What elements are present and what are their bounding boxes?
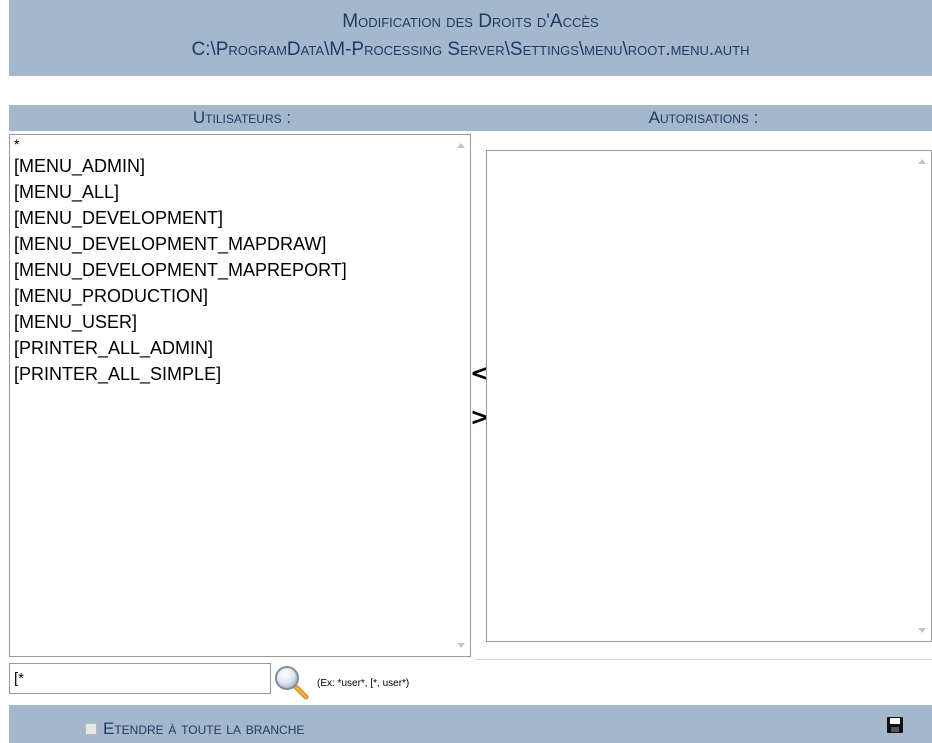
- scroll-up-icon[interactable]: [457, 143, 465, 148]
- filter-input[interactable]: [9, 663, 271, 694]
- list-item[interactable]: [MENU_ALL]: [14, 179, 347, 205]
- list-item[interactable]: [MENU_DEVELOPMENT]: [14, 205, 347, 231]
- list-item[interactable]: [MENU_ADMIN]: [14, 153, 347, 179]
- move-right-button[interactable]: >: [470, 403, 490, 431]
- authorizations-scrollbar[interactable]: [914, 151, 931, 641]
- scroll-down-icon[interactable]: [918, 628, 926, 633]
- title-bar: Modification des Droits d'Accès C:\Progr…: [9, 0, 932, 76]
- list-item[interactable]: [MENU_PRODUCTION]: [14, 283, 347, 309]
- list-item[interactable]: [MENU_USER]: [14, 309, 347, 335]
- scroll-down-icon[interactable]: [457, 643, 465, 648]
- filter-hint: (Ex: *user*, [*, user*): [317, 678, 410, 689]
- page-title: Modification des Droits d'Accès: [342, 11, 599, 32]
- list-item[interactable]: *: [14, 137, 347, 153]
- list-item[interactable]: [MENU_DEVELOPMENT_MAPDRAW]: [14, 231, 347, 257]
- users-heading: Utilisateurs :: [9, 105, 475, 131]
- floppy-disk-icon[interactable]: [887, 717, 903, 733]
- authorizations-heading: Autorisations :: [475, 105, 932, 131]
- users-items: * [MENU_ADMIN] [MENU_ALL] [MENU_DEVELOPM…: [14, 137, 347, 387]
- users-scrollbar[interactable]: [453, 135, 470, 656]
- scroll-up-icon[interactable]: [918, 159, 926, 164]
- footer-bar: Etendre à toute la branche: [9, 705, 932, 743]
- users-listbox[interactable]: * [MENU_ADMIN] [MENU_ALL] [MENU_DEVELOPM…: [9, 134, 471, 657]
- list-item[interactable]: [PRINTER_ALL_SIMPLE]: [14, 361, 347, 387]
- magnifier-icon[interactable]: [274, 665, 310, 701]
- extend-label: Etendre à toute la branche: [103, 719, 305, 738]
- file-path: C:\ProgramData\M-Processing Server\Setti…: [191, 39, 750, 60]
- list-item[interactable]: [MENU_DEVELOPMENT_MAPREPORT]: [14, 257, 347, 283]
- extend-checkbox[interactable]: [85, 723, 97, 735]
- authorizations-listbox[interactable]: [486, 150, 932, 642]
- divider: [475, 659, 932, 660]
- list-item[interactable]: [PRINTER_ALL_ADMIN]: [14, 335, 347, 361]
- move-left-button[interactable]: <: [470, 359, 490, 387]
